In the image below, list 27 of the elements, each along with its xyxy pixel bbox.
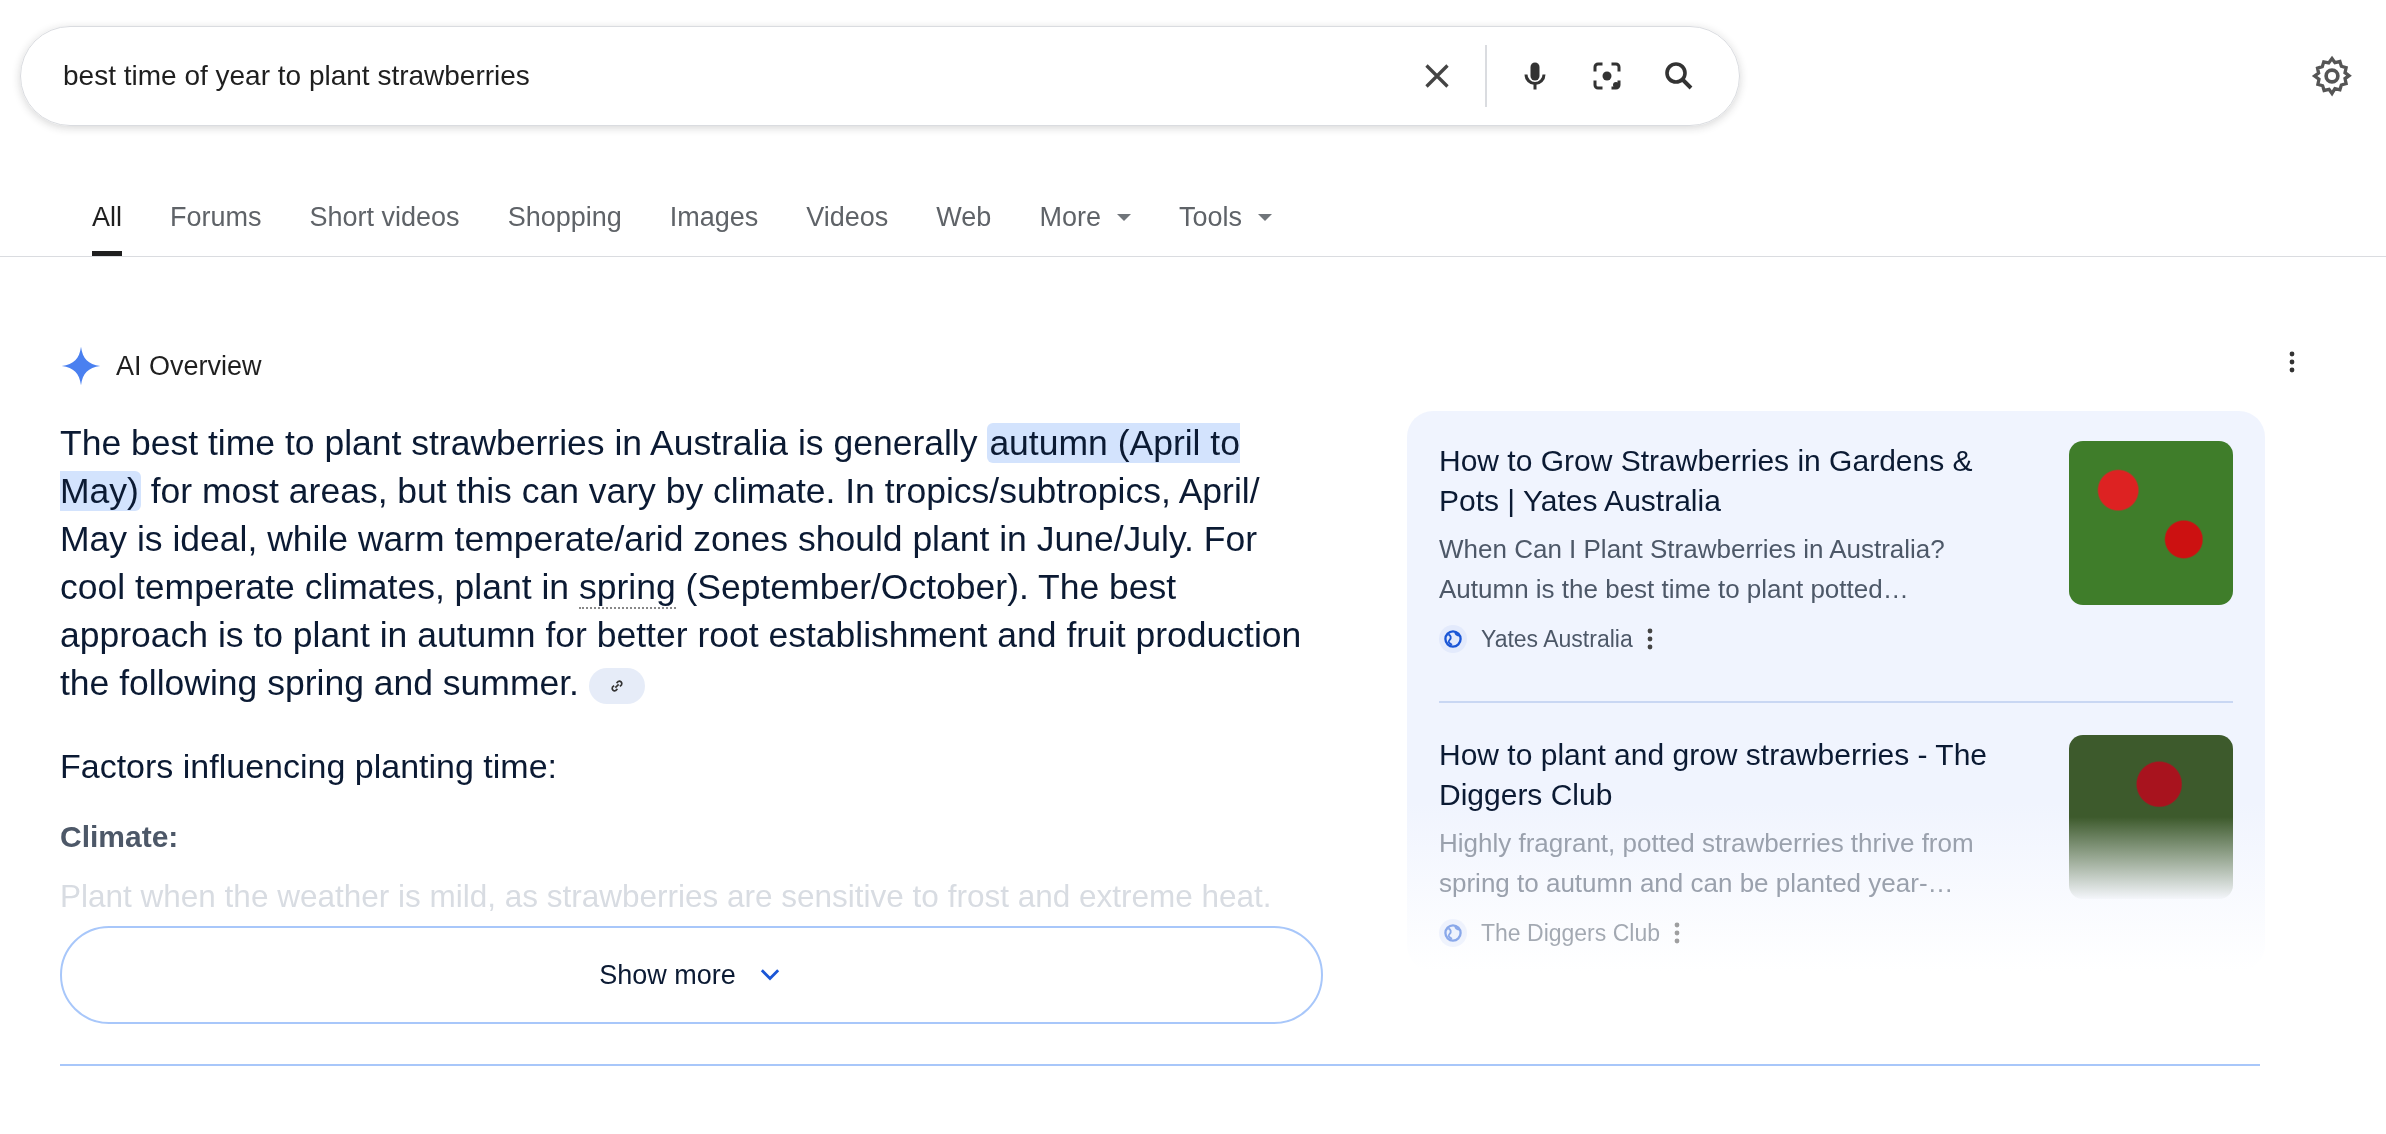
source-site-name[interactable]: Yates Australia [1481, 625, 1633, 653]
search-field[interactable]: best time of year to plant strawberries [63, 60, 1383, 92]
tab[interactable]: More [1039, 202, 1131, 256]
source-snippet: Highly fragrant, potted strawberries thrive from spring to autumn and can be planted year-… [1439, 827, 1975, 900]
tab[interactable]: Tools [1178, 202, 1272, 256]
tab[interactable]: Web [936, 202, 992, 256]
tab[interactable]: Images [669, 202, 759, 256]
tab[interactable]: All [92, 202, 122, 256]
overview-paragraph: The best time to plant strawberries in Australia is generally autumn (April to May) for most areas, but this can vary by climate. In tropics/subtropics, April/ May is ideal, while warm temperate/arid zones should plant in June/July. For cool temperate climates, plant in spring (September/October). The best approach is to plant in autumn for better root establishment and fruit production the following spring and summer. [60, 422, 1303, 706]
tab[interactable]: Shopping [507, 202, 622, 256]
section-heading: Factors influencing planting time: [60, 747, 559, 786]
source-title[interactable]: How to plant and grow strawberries - The Diggers Club [1439, 735, 2039, 815]
more-options-icon[interactable] [1646, 627, 1653, 651]
photo-placeholder[interactable] [2069, 735, 2233, 899]
settings-icon[interactable] [2310, 54, 2354, 98]
show-more-button[interactable]: Show more [60, 926, 1323, 1024]
factor-label: Climate: [60, 820, 180, 854]
source-snippet: When Can I Plant Strawberries in Australia? Autumn is the best time to plant potted… [1439, 533, 1946, 606]
tab[interactable]: Short videos [309, 202, 460, 256]
globe-icon [1439, 919, 1467, 947]
tab[interactable]: Forums [170, 202, 262, 256]
source-title[interactable]: How to Grow Strawberries in Gardens & Pots | Yates Australia [1439, 441, 2039, 521]
ai-overview-title: AI Overview [116, 350, 262, 382]
globe-icon [1439, 625, 1467, 653]
link-icon[interactable] [588, 667, 645, 704]
more-options-icon[interactable] [2289, 349, 2295, 375]
tab[interactable]: Videos [806, 202, 889, 256]
